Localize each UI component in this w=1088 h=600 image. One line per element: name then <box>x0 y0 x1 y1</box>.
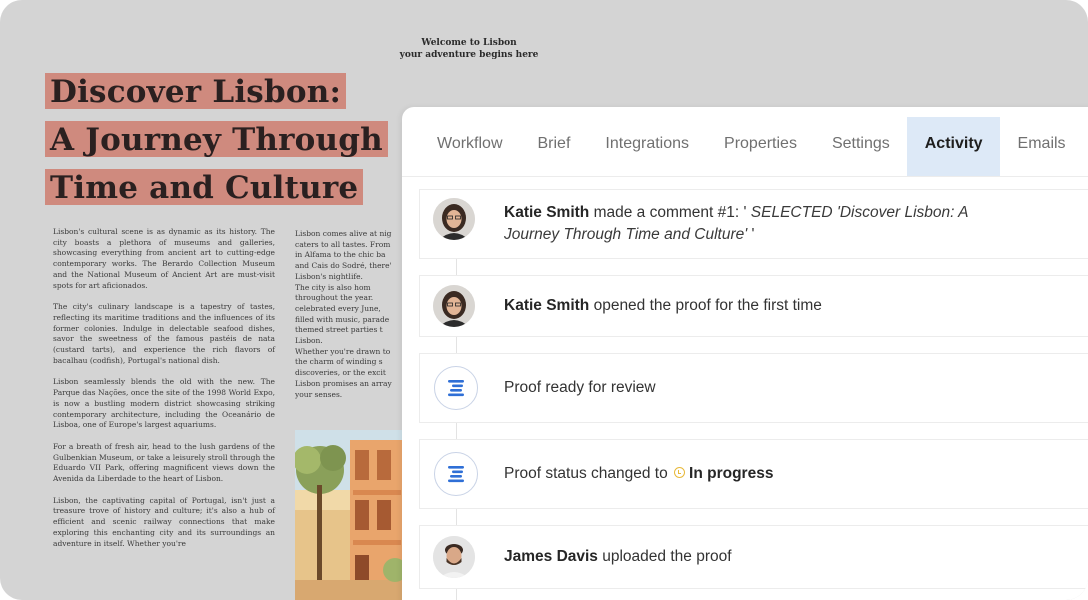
activity-text: James Davis uploaded the proof <box>504 546 732 568</box>
paragraph: Lisbon, the captivating capital of Portu… <box>53 495 275 548</box>
tab-emails[interactable]: Emails <box>1000 117 1083 176</box>
activity-action: made a comment #1: ' <box>593 204 747 221</box>
actor-name: James Davis <box>504 548 598 565</box>
lisbon-painting-image <box>295 430 405 600</box>
text-line: Lisbon. <box>295 336 323 346</box>
tab-properties[interactable]: Properties <box>707 117 815 176</box>
avatar-james-davis <box>433 536 475 578</box>
paragraph: Lisbon seamlessly blends the old with th… <box>53 377 275 430</box>
activity-action: uploaded the proof <box>602 548 732 565</box>
activity-text: Katie Smith opened the proof for the fir… <box>504 295 822 317</box>
activity-text: Katie Smith made a comment #1: ' SELECTE… <box>504 202 1064 246</box>
title-line-1: Discover Lisbon: <box>45 73 347 110</box>
actor-name: Katie Smith <box>504 204 590 221</box>
comment-close: ' <box>747 226 755 243</box>
document-header: Welcome to Lisbon your adventure begins … <box>360 37 578 61</box>
tab-bar: Workflow Brief Integrations Properties S… <box>402 117 1088 177</box>
tab-settings[interactable]: Settings <box>814 117 907 176</box>
proof-icon <box>434 452 478 496</box>
activity-item[interactable]: James Davis uploaded the proof <box>419 525 1088 589</box>
text-line: themed street parties t <box>295 325 383 335</box>
tab-integrations[interactable]: Integrations <box>588 117 707 176</box>
activity-text: Proof ready for review <box>504 379 656 396</box>
actor-name: Katie Smith <box>504 297 590 314</box>
document-title: Discover Lisbon: A Journey Through Time … <box>45 70 388 214</box>
text-line: discoveries, or the excit <box>295 368 386 378</box>
document-header-line1: Welcome to Lisbon <box>421 38 517 48</box>
tab-workflow[interactable]: Workflow <box>402 117 520 176</box>
activity-action: opened the proof for the first time <box>593 297 822 314</box>
text-line: caters to all tastes. From <box>295 239 391 249</box>
document-header-line2: your adventure begins here <box>399 50 539 60</box>
paragraph: For a breath of fresh air, head to the l… <box>53 441 275 484</box>
text-line: throughout the year. <box>295 293 374 303</box>
activity-action: Proof status changed to <box>504 465 668 482</box>
activity-text: Proof status changed to In progress <box>504 463 773 485</box>
activity-item[interactable]: Proof status changed to In progress <box>419 439 1088 509</box>
comment-text-line2: Journey Through Time and Culture' <box>504 226 748 243</box>
activity-item[interactable]: Proof ready for review <box>419 353 1088 423</box>
text-line: your senses. <box>295 389 343 399</box>
paragraph: Lisbon's cultural scene is as dynamic as… <box>53 227 275 290</box>
text-line: Lisbon's nightlife. <box>295 271 363 281</box>
avatar-katie-smith <box>433 285 475 327</box>
text-line: celebrated every June, <box>295 303 381 313</box>
clock-icon <box>674 467 686 478</box>
text-line: Lisbon promises an array <box>295 378 392 388</box>
text-line: Lisbon comes alive at nig <box>295 229 392 238</box>
text-line: The city is also hom <box>295 282 371 292</box>
text-line: Whether you're drawn to <box>295 346 391 356</box>
text-line: the charm of winding s <box>295 357 383 367</box>
avatar-katie-smith <box>433 198 475 240</box>
comment-text-line1: SELECTED 'Discover Lisbon: A <box>750 204 969 221</box>
app-frame: Welcome to Lisbon your adventure begins … <box>0 0 1088 600</box>
tab-brief[interactable]: Brief <box>520 117 588 176</box>
paragraph: The city's culinary landscape is a tapes… <box>53 302 275 365</box>
activity-item[interactable]: Katie Smith made a comment #1: ' SELECTE… <box>419 189 1088 259</box>
tab-activity[interactable]: Activity <box>907 117 1001 176</box>
text-line: and Cais do Sodré, there' <box>295 261 392 271</box>
document-left-column: Lisbon's cultural scene is as dynamic as… <box>53 227 275 560</box>
activity-item[interactable]: Katie Smith opened the proof for the fir… <box>419 275 1088 337</box>
activity-feed: Katie Smith made a comment #1: ' SELECTE… <box>419 189 1088 600</box>
title-line-3: Time and Culture <box>45 169 364 206</box>
document-right-column: Lisbon comes alive at nig caters to all … <box>295 229 403 419</box>
title-line-2: A Journey Through <box>45 121 388 158</box>
text-line: in Alfama to the chic ba <box>295 250 386 260</box>
proof-icon <box>434 366 478 410</box>
activity-panel: Workflow Brief Integrations Properties S… <box>402 107 1088 600</box>
text-line: filled with music, parade <box>295 314 390 324</box>
status-label: In progress <box>689 465 774 482</box>
